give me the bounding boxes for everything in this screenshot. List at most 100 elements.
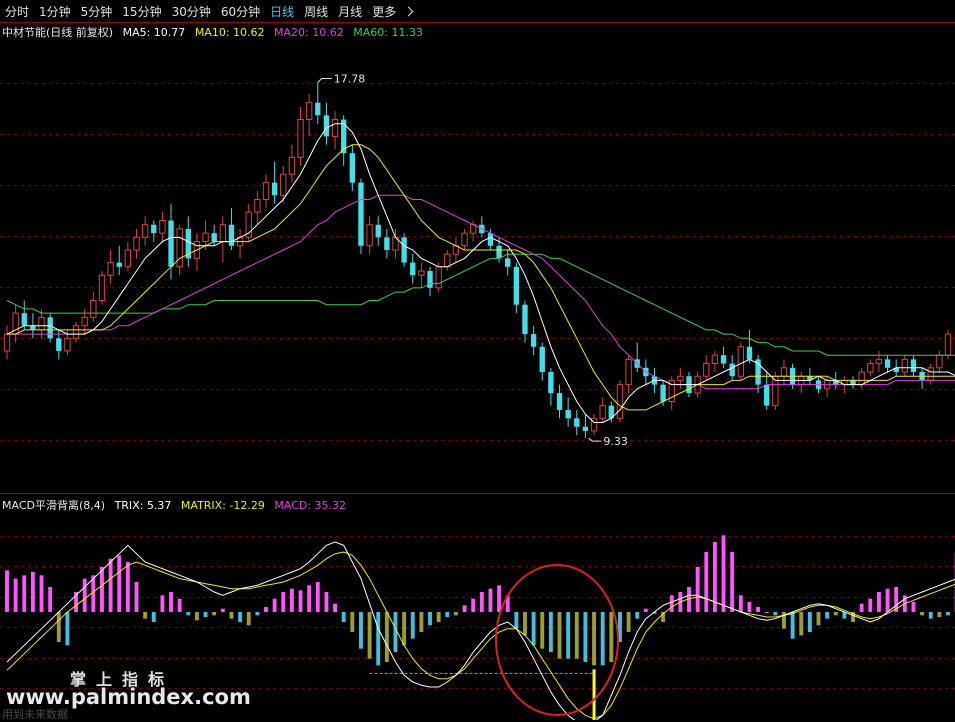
candle-body-100: [868, 364, 873, 372]
stock-chart-svg[interactable]: 17.78 9.33: [0, 0, 955, 720]
candle-body-66: [574, 418, 579, 426]
candle-body-86: [747, 347, 752, 360]
candle-body-67: [583, 427, 588, 431]
candle-body-20: [177, 229, 182, 267]
candle-body-107: [928, 368, 933, 381]
candle-body-30: [263, 183, 268, 200]
macd-bar-50: [437, 612, 441, 622]
candle-body-43: [376, 225, 381, 238]
macd-bar-36: [316, 582, 320, 612]
candle-body-59: [514, 267, 519, 305]
low-marker-label: 9.33: [603, 435, 628, 448]
macd-bar-66: [575, 612, 579, 659]
candle-body-13: [117, 263, 122, 267]
macd-bar-46: [402, 612, 406, 645]
ma60-line: [7, 254, 955, 355]
macd-bar-91: [791, 612, 795, 639]
high-marker-label: 17.78: [334, 73, 366, 86]
candle-body-44: [384, 237, 389, 250]
macd-bar-81: [704, 552, 708, 612]
candle-body-3: [30, 326, 35, 330]
candle-body-102: [885, 359, 890, 367]
macd-bar-70: [609, 612, 613, 662]
candle-body-9: [82, 317, 87, 325]
macd-bar-108: [937, 612, 941, 617]
candle-body-11: [99, 275, 104, 300]
macd-bar-54: [471, 599, 475, 612]
macd-bar-25: [221, 609, 225, 612]
candle-body-15: [134, 237, 139, 250]
candle-body-32: [281, 174, 286, 195]
macd-bar-51: [445, 612, 449, 617]
macd-bar-100: [868, 599, 872, 612]
macd-bar-88: [765, 612, 769, 613]
macd-bar-12: [109, 559, 113, 612]
candle-body-29: [255, 199, 260, 212]
candle-body-36: [315, 103, 320, 116]
macd-bar-33: [290, 589, 294, 612]
macd-bar-26: [230, 612, 234, 619]
macd-bar-39: [342, 612, 346, 622]
candle-body-58: [505, 258, 510, 266]
macd-bar-101: [877, 592, 881, 612]
macd-bar-74: [644, 609, 648, 612]
candle-body-82: [712, 355, 717, 363]
macd-bar-48: [419, 612, 423, 632]
candle-body-5: [47, 317, 52, 338]
macd-bar-19: [169, 592, 173, 612]
candle-body-65: [565, 410, 570, 418]
macd-bar-109: [946, 612, 950, 615]
macd-bar-102: [886, 589, 890, 612]
macd-bar-20: [178, 599, 182, 612]
candle-body-64: [557, 393, 562, 410]
macd-bar-11: [100, 567, 104, 612]
macd-bar-34: [299, 590, 303, 612]
macd-bar-7: [65, 612, 69, 645]
macd-bar-72: [627, 612, 631, 632]
macd-bar-80: [696, 567, 700, 612]
macd-bar-31: [273, 599, 277, 612]
candle-body-0: [4, 334, 9, 351]
macd-bar-92: [799, 612, 803, 635]
macd-bar-56: [489, 589, 493, 612]
candle-body-35: [306, 103, 311, 120]
macd-bar-95: [825, 612, 829, 619]
macd-bar-68: [592, 612, 596, 665]
ma10-line: [7, 145, 955, 410]
candle-body-62: [540, 347, 545, 372]
candle-body-40: [350, 153, 355, 182]
macd-bar-67: [583, 612, 587, 662]
macd-bar-41: [359, 612, 363, 649]
macd-bar-106: [920, 612, 924, 615]
macd-bar-15: [135, 582, 139, 612]
candle-body-25: [220, 225, 225, 242]
candle-body-104: [902, 359, 907, 372]
candle-body-42: [367, 225, 372, 246]
macd-bar-65: [566, 612, 570, 659]
macd-bar-35: [307, 585, 311, 612]
candle-body-8: [73, 326, 78, 339]
candle-body-76: [660, 385, 665, 402]
candle-body-88: [764, 385, 769, 406]
macd-bar-5: [48, 587, 52, 612]
candle-body-34: [298, 120, 303, 158]
macd-bar-6: [57, 612, 61, 642]
candle-body-84: [729, 364, 734, 377]
candle-body-50: [436, 267, 441, 288]
macd-bar-83: [722, 535, 726, 612]
candle-body-109: [945, 334, 950, 355]
candle-body-72: [626, 359, 631, 384]
macd-bar-57: [497, 585, 501, 612]
macd-bar-3: [31, 572, 35, 612]
macd-bar-73: [635, 612, 639, 619]
macd-bar-94: [817, 612, 821, 625]
high-marker-arrow: [318, 79, 332, 83]
candle-body-48: [419, 271, 424, 275]
macd-bar-16: [143, 612, 147, 619]
macd-bar-37: [324, 592, 328, 612]
macd-bar-63: [549, 612, 553, 652]
candle-body-31: [272, 183, 277, 196]
candle-body-108: [937, 355, 942, 368]
macd-bar-43: [376, 612, 380, 665]
candle-body-81: [704, 364, 709, 377]
